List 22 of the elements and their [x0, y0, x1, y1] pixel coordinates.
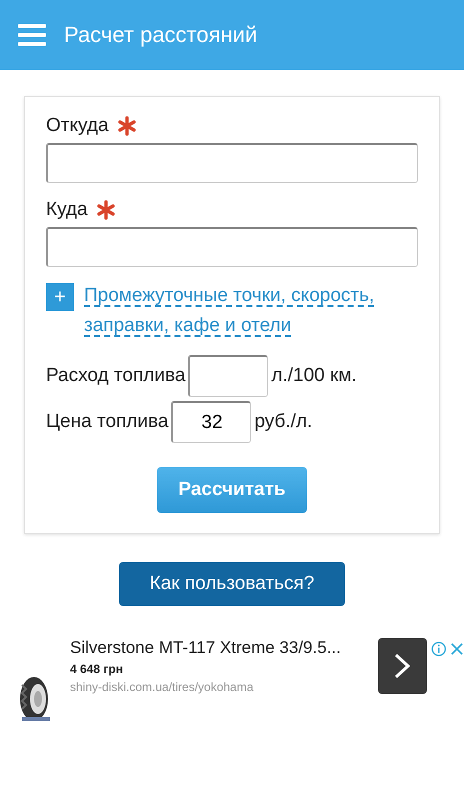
expand-button[interactable]: +: [46, 283, 74, 311]
close-icon[interactable]: [450, 641, 464, 657]
fuel-label: Расход топлива: [46, 365, 186, 387]
field-label: Куда: [46, 199, 88, 221]
address-field[interactable]: [46, 143, 418, 183]
ad-title[interactable]: Silverstone MT-117 Xtreme 33/9.5...: [70, 638, 360, 658]
fuel-field[interactable]: [188, 355, 268, 397]
extras-link[interactable]: Промежуточные точки, скорость, заправки, кафе и отели: [84, 281, 418, 341]
page-title: Расчет расстояний: [64, 22, 258, 48]
help-button[interactable]: Как пользоваться?: [118, 562, 346, 606]
field-label: Откуда: [46, 115, 109, 137]
info-icon[interactable]: [430, 640, 446, 658]
fuel-label: Цена топлива: [46, 411, 168, 433]
ad-price: 4 648 грн: [70, 662, 124, 676]
chevron-icon: [394, 653, 410, 679]
menu-icon[interactable]: [18, 24, 46, 46]
address-field[interactable]: [46, 227, 418, 267]
unit-label: руб./л.: [254, 411, 312, 433]
next-button[interactable]: [378, 638, 427, 694]
ad-url: shiny-diski.com.ua/tires/yokohama: [70, 680, 254, 694]
fuel-field[interactable]: 32: [171, 401, 252, 443]
unit-label: л./100 км.: [271, 365, 357, 387]
